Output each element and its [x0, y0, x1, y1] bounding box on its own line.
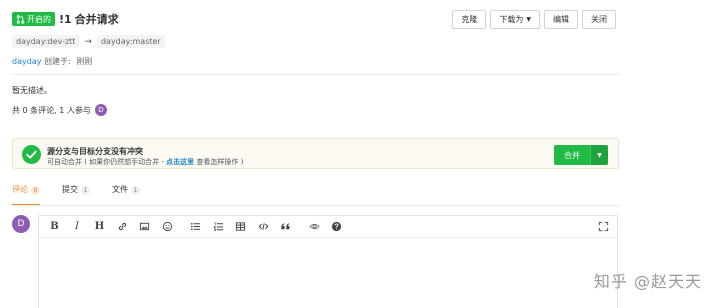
- preview-eye-icon[interactable]: [307, 219, 322, 234]
- clone-button[interactable]: 克隆: [452, 10, 487, 29]
- quote-icon[interactable]: [278, 219, 293, 234]
- tab-comments[interactable]: 评论 0: [12, 184, 40, 206]
- code-icon[interactable]: [256, 219, 271, 234]
- pr-number: !1: [59, 12, 72, 26]
- user-avatar[interactable]: D: [12, 215, 30, 233]
- arrow-right-icon: →: [84, 36, 92, 47]
- comment-editor[interactable]: B I H: [38, 215, 618, 308]
- divider: [12, 74, 619, 75]
- pr-header: 开启的 !1 合并请求: [12, 10, 119, 28]
- target-branch[interactable]: dayday:master: [96, 35, 165, 48]
- source-branch[interactable]: dayday:dev-ztt: [12, 35, 80, 48]
- close-button[interactable]: 关闭: [582, 10, 616, 29]
- merge-hint-suffix: 查看怎样操作 ): [194, 158, 244, 166]
- tab-count: 1: [81, 186, 90, 195]
- merge-hint-prefix: 可自动合并 ( 如果你仍然想手动合并 -: [47, 158, 167, 166]
- tab-label: 文件: [112, 185, 128, 194]
- status-label: 开启的: [27, 14, 51, 24]
- check-circle-icon: [22, 145, 41, 164]
- merge-hint: 可自动合并 ( 如果你仍然想手动合并 - 点击这里 查看怎样操作 ): [47, 157, 243, 167]
- created-label: 创建于:: [43, 57, 71, 66]
- stats-text: 共 0 条评论, 1 人参与: [12, 105, 91, 115]
- fullscreen-icon[interactable]: [598, 221, 609, 232]
- created-time: 刚刚: [76, 57, 93, 66]
- merge-status-title: 源分支与目标分支没有冲突: [47, 147, 143, 156]
- pr-meta: dayday 创建于: 刚刚: [12, 56, 92, 67]
- edit-button[interactable]: 编辑: [544, 10, 578, 29]
- pr-stats: 共 0 条评论, 1 人参与 D: [12, 104, 107, 116]
- author-link[interactable]: dayday: [12, 57, 41, 66]
- heading-icon[interactable]: H: [92, 219, 107, 234]
- italic-icon[interactable]: I: [70, 219, 85, 234]
- editor-toolbar: B I H: [39, 216, 617, 238]
- merge-button-group: 合并 ▼: [554, 145, 608, 165]
- pr-description: 暂无描述。: [12, 86, 52, 95]
- merge-status-box: 源分支与目标分支没有冲突 可自动合并 ( 如果你仍然想手动合并 - 点击这里 查…: [12, 138, 619, 169]
- table-icon[interactable]: [233, 219, 248, 234]
- pr-actions: 克隆 下载为 ▼ 编辑 关闭: [452, 10, 616, 29]
- link-icon[interactable]: [115, 219, 130, 234]
- tab-files[interactable]: 文件 1: [112, 184, 140, 206]
- tabs-divider: [12, 205, 619, 206]
- bold-icon[interactable]: B: [47, 219, 62, 234]
- merge-options-caret-icon[interactable]: ▼: [590, 145, 608, 165]
- tab-label: 提交: [62, 185, 78, 194]
- page-title: 合并请求: [74, 13, 119, 26]
- watermark-logo: 知乎 @赵天天: [593, 272, 702, 291]
- tab-commits[interactable]: 提交 1: [62, 184, 90, 206]
- pr-tabs: 评论 0 提交 1 文件 1: [12, 184, 140, 206]
- participant-avatar[interactable]: D: [94, 104, 107, 116]
- pull-request-icon: [16, 14, 25, 24]
- manual-merge-link[interactable]: 点击这里: [166, 158, 194, 166]
- caret-down-icon: ▼: [526, 16, 531, 23]
- emoji-icon[interactable]: [160, 219, 175, 234]
- unordered-list-icon[interactable]: [188, 219, 203, 234]
- ordered-list-icon[interactable]: [211, 219, 226, 234]
- status-badge: 开启的: [12, 12, 55, 26]
- help-icon[interactable]: [329, 219, 344, 234]
- merge-button[interactable]: 合并: [554, 145, 590, 165]
- tab-count: 1: [131, 186, 140, 195]
- branch-info: dayday:dev-ztt → dayday:master: [12, 35, 165, 48]
- download-label: 下载为: [499, 15, 524, 24]
- tab-count: 0: [31, 186, 40, 195]
- download-button[interactable]: 下载为 ▼: [490, 10, 540, 29]
- image-icon[interactable]: [137, 219, 152, 234]
- tab-label: 评论: [12, 185, 28, 194]
